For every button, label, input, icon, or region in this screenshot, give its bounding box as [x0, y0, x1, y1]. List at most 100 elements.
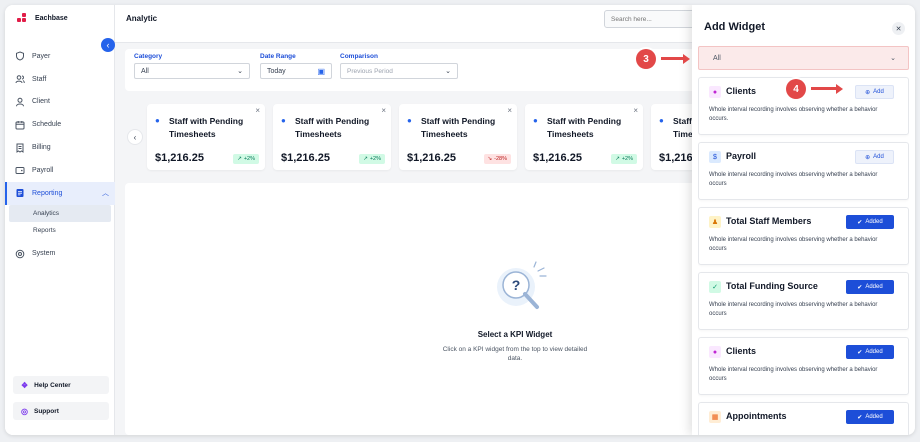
sidebar-item-label: Payer	[32, 52, 51, 60]
sidebar-item-label: Staff	[32, 75, 47, 83]
button-label: Added	[865, 219, 883, 225]
brand-name: Eachbase	[35, 14, 68, 22]
sidebar-item-label: Billing	[32, 144, 51, 152]
widget-card: ✓ Total Funding Source Whole interval re…	[698, 272, 909, 330]
close-icon[interactable]: ×	[255, 106, 260, 115]
headset-icon: ◎	[21, 406, 28, 416]
chevron-down-icon: ⌄	[237, 68, 243, 75]
sidebar-nav: Payer Staff Client Schedule Billing Payr…	[5, 45, 115, 265]
sidebar-item-reporting[interactable]: Reporting ︿	[5, 181, 115, 205]
chevron-left-icon: ‹	[106, 40, 110, 50]
receipt-icon	[15, 143, 25, 153]
widget-description: Whole interval recording involves observ…	[709, 237, 878, 252]
button-label: Add	[873, 89, 884, 95]
close-icon[interactable]: ×	[507, 106, 512, 115]
calendar-icon: ▣	[317, 66, 325, 76]
support-button[interactable]: ◎ Support	[13, 402, 109, 420]
sidebar-item-payroll[interactable]: Payroll	[5, 159, 115, 182]
dollar-user-icon: $	[709, 151, 721, 163]
added-widget-button[interactable]: ✔ Added	[846, 410, 894, 424]
widget-title: Payroll	[726, 151, 757, 161]
sidebar-subitem-reports[interactable]: Reports	[9, 222, 111, 240]
app-window: Eachbase Payer Staff Client Schedule Bil…	[5, 5, 915, 435]
close-icon[interactable]: ×	[381, 106, 386, 115]
add-widget-button[interactable]: ⊕ Add	[855, 85, 894, 99]
category-select[interactable]: All ⌄	[134, 63, 250, 79]
step-marker-3: 3	[636, 49, 656, 69]
shield-icon	[15, 51, 25, 61]
help-icon: ❖	[21, 380, 29, 390]
user-icon: ●	[659, 116, 664, 125]
step-arrow-4	[811, 83, 843, 94]
chevron-down-icon: ⌄	[445, 68, 451, 75]
widget-card: ● Clients Whole interval recording invol…	[698, 337, 909, 395]
widget-card: $ Payroll Whole interval recording invol…	[698, 142, 909, 200]
kpi-title: Staff with Pending Timesheets	[547, 116, 622, 139]
date-range-picker[interactable]: Today ▣	[260, 63, 332, 79]
trend-value: +2%	[243, 156, 255, 162]
search-input[interactable]	[604, 10, 696, 28]
brand-logo[interactable]: Eachbase	[17, 13, 68, 23]
carousel-prev-button[interactable]: ‹	[127, 129, 143, 145]
widget-card: ▦ Appointments ✔ Added	[698, 402, 909, 435]
user-icon: ●	[407, 116, 412, 125]
collapse-sidebar-button[interactable]: ‹	[101, 38, 115, 52]
sidebar-item-staff[interactable]: Staff	[5, 68, 115, 91]
widget-list: ● Clients Whole interval recording invol…	[698, 75, 909, 435]
date-range-value: Today	[267, 67, 286, 75]
added-widget-button[interactable]: ✔ Added	[846, 280, 894, 294]
date-range-label: Date Range	[260, 53, 296, 60]
svg-text:?: ?	[512, 277, 521, 293]
add-widget-button[interactable]: ⊕ Add	[855, 150, 894, 164]
sidebar-item-label: Schedule	[32, 121, 62, 129]
wallet-icon	[15, 165, 25, 175]
chevron-left-icon: ‹	[133, 132, 137, 142]
chevron-down-icon: ⌄	[890, 55, 896, 62]
chevron-up-icon: ︿	[102, 190, 109, 198]
button-label: Added	[865, 284, 883, 290]
close-icon[interactable]: ×	[633, 106, 638, 115]
add-widget-panel: Add Widget ✕ All ⌄ ● Clients Whole inter…	[692, 5, 915, 435]
sidebar-item-billing[interactable]: Billing	[5, 136, 115, 159]
sidebar-item-schedule[interactable]: Schedule	[5, 113, 115, 136]
page-title: Analytic	[126, 14, 158, 23]
widget-category-select[interactable]: All ⌄	[698, 46, 909, 70]
close-panel-button[interactable]: ✕	[892, 22, 905, 35]
shield-check-icon: ✓	[709, 281, 721, 293]
help-center-label: Help Center	[34, 381, 71, 389]
comparison-select[interactable]: Previous Period ⌄	[340, 63, 458, 79]
sidebar: Eachbase Payer Staff Client Schedule Bil…	[5, 5, 115, 435]
sidebar-subitem-analytics[interactable]: Analytics	[9, 204, 111, 223]
comparison-label: Comparison	[340, 53, 378, 60]
kpi-card[interactable]: × ● Staff with Pending Timesheets $1,216…	[273, 104, 391, 170]
sidebar-item-client[interactable]: Client	[5, 91, 115, 114]
user-icon: ●	[709, 346, 721, 358]
trend-value: +2%	[369, 156, 381, 162]
kpi-value: $1,216.25	[281, 152, 330, 164]
category-filter: Category All ⌄	[134, 53, 250, 79]
widget-title: Total Staff Members	[726, 216, 812, 226]
added-widget-button[interactable]: ✔ Added	[846, 215, 894, 229]
user-icon	[15, 97, 25, 107]
close-icon: ✕	[895, 25, 902, 33]
trend-badge: ↗ +2%	[233, 154, 259, 164]
step-arrow-3	[661, 53, 690, 64]
trend-value: -28%	[494, 156, 507, 162]
plus-circle-icon: ⊕	[865, 154, 871, 161]
magnifier-question-icon: ?	[497, 261, 547, 309]
kpi-card[interactable]: × ● Staff with Pending Timesheets $1,216…	[147, 104, 265, 170]
kpi-card[interactable]: × ● Staff with Pending Timesheets $1,216…	[399, 104, 517, 170]
added-widget-button[interactable]: ✔ Added	[846, 345, 894, 359]
trend-up-icon: ↗	[615, 156, 620, 162]
kpi-title: Staff with Pending Timesheets	[421, 116, 496, 139]
users-icon	[15, 74, 25, 84]
widget-title: Total Funding Source	[726, 281, 818, 291]
trend-badge: ↗ +2%	[359, 154, 385, 164]
help-center-button[interactable]: ❖ Help Center	[13, 376, 109, 394]
widget-description: Whole interval recording involves observ…	[709, 107, 878, 122]
kpi-card[interactable]: × ● Staff with Pending Timesheets $1,216…	[525, 104, 643, 170]
sidebar-item-payer[interactable]: Payer	[5, 45, 115, 68]
brand-logo-icon	[17, 13, 27, 23]
trend-badge: ↘ -28%	[483, 154, 511, 164]
sidebar-item-system[interactable]: System	[5, 243, 115, 266]
